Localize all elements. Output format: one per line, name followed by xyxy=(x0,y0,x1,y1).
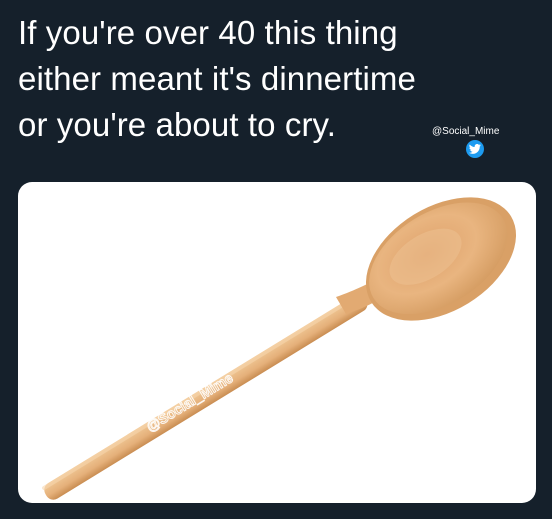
wooden-spoon-icon: @Social_Mime xyxy=(42,197,517,500)
caption-line-3: or you're about to cry. xyxy=(18,106,336,143)
spoon-watermark: @Social_Mime xyxy=(143,369,235,434)
caption-line-2: either meant it's dinnertime xyxy=(18,60,416,97)
caption-line-1: If you're over 40 this thing xyxy=(18,14,398,51)
photo-card: @Social_Mime xyxy=(18,182,536,503)
watermark-handle: @Social_Mime xyxy=(432,126,500,137)
twitter-bird-icon xyxy=(466,140,484,158)
